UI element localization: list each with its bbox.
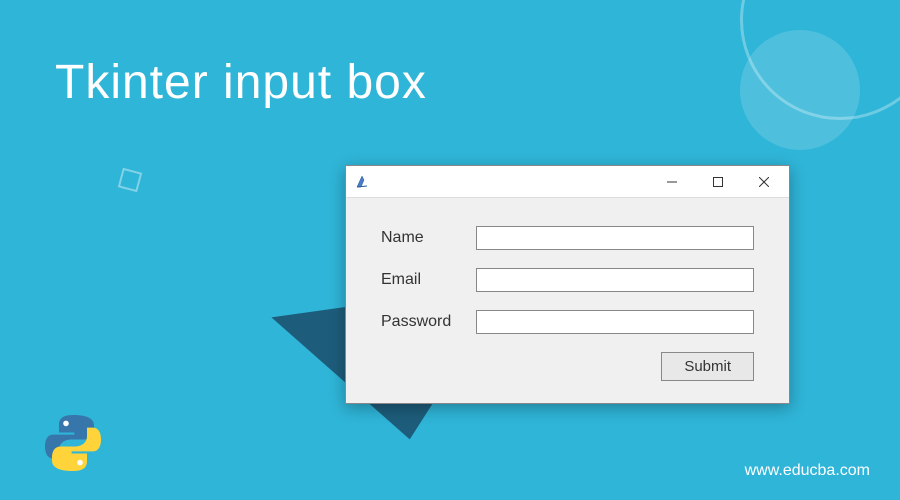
submit-row: Submit (381, 352, 754, 381)
decorative-circle-fill (740, 30, 860, 150)
form-area: Name Email Password Submit (346, 198, 789, 403)
email-input[interactable] (476, 268, 754, 292)
name-label: Name (381, 229, 476, 247)
page-title: Tkinter input box (55, 55, 427, 110)
password-label: Password (381, 313, 476, 331)
website-url: www.educba.com (745, 462, 870, 480)
submit-button[interactable]: Submit (661, 352, 754, 381)
window-controls (649, 167, 787, 197)
feather-icon (354, 174, 370, 190)
email-label: Email (381, 271, 476, 289)
name-input[interactable] (476, 226, 754, 250)
password-input[interactable] (476, 310, 754, 334)
form-row-email: Email (381, 268, 754, 292)
form-row-password: Password (381, 310, 754, 334)
python-logo-icon (38, 408, 108, 478)
tkinter-window: Name Email Password Submit (345, 165, 790, 404)
close-button[interactable] (741, 167, 787, 197)
minimize-button[interactable] (649, 167, 695, 197)
maximize-button[interactable] (695, 167, 741, 197)
form-row-name: Name (381, 226, 754, 250)
window-titlebar (346, 166, 789, 198)
decorative-square (118, 168, 142, 192)
